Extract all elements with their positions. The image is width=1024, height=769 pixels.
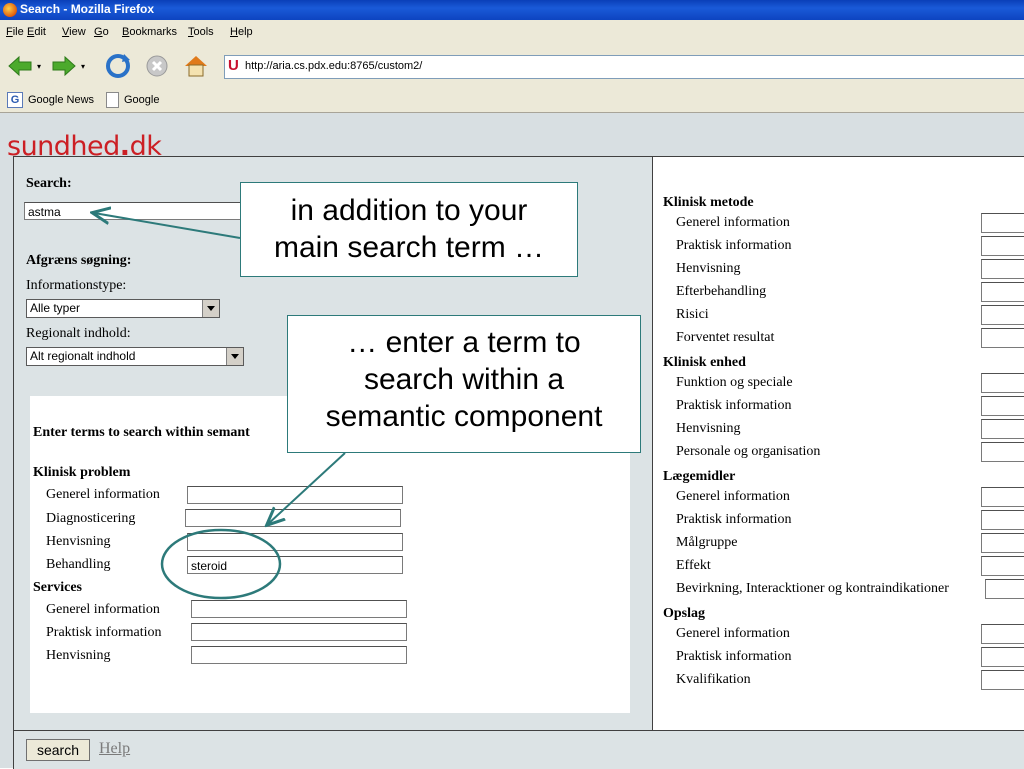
callout-arrow-2 (268, 452, 346, 524)
callout-2-line-1: … enter a term to (347, 326, 581, 359)
callout-2-line-3: semantic component (325, 400, 603, 433)
callout-arrow-1 (94, 213, 241, 239)
callout-main-term: in addition to your main search term … (240, 182, 578, 277)
callout-2-line-2: search within a (363, 363, 565, 396)
callout-1-line-2: main search term … (273, 231, 545, 264)
callout-semantic-term: … enter a term to search within a semant… (287, 315, 641, 453)
highlight-ellipse (160, 528, 282, 600)
callout-1-line-1: in addition to your (290, 194, 528, 227)
